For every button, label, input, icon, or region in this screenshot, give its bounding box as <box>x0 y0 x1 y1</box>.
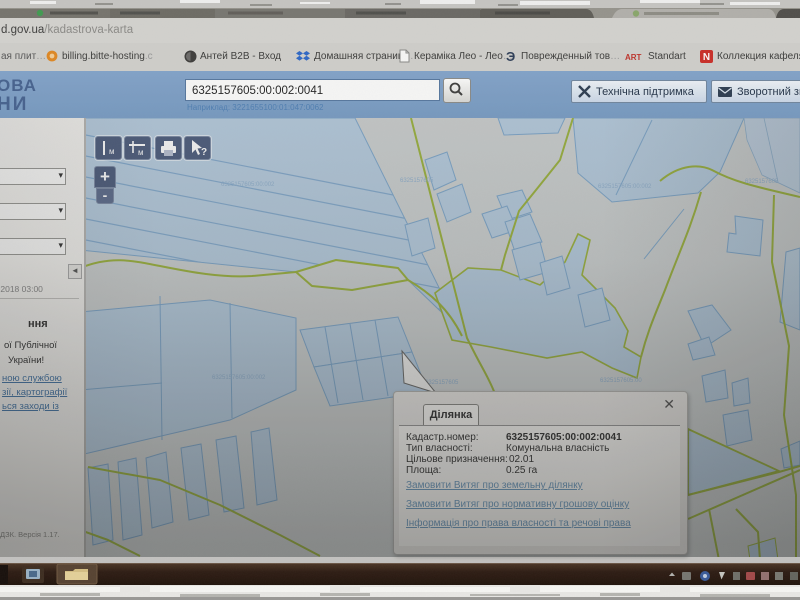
svg-text:6325157605:00:002: 6325157605:00:002 <box>221 182 275 188</box>
svg-text:6325157605: 6325157605 <box>400 178 434 184</box>
svg-text:6325157605:00:002: 6325157605:00:002 <box>212 375 266 381</box>
svg-text:м: м <box>138 148 144 157</box>
svg-text:N: N <box>703 52 710 63</box>
svg-text:6325157605: 6325157605 <box>745 179 779 185</box>
svg-text:6325157605:00: 6325157605:00 <box>600 378 642 384</box>
svg-text:?: ? <box>201 147 207 158</box>
svg-text:м: м <box>109 147 115 156</box>
svg-text:6325157605:00:002: 6325157605:00:002 <box>598 184 652 190</box>
